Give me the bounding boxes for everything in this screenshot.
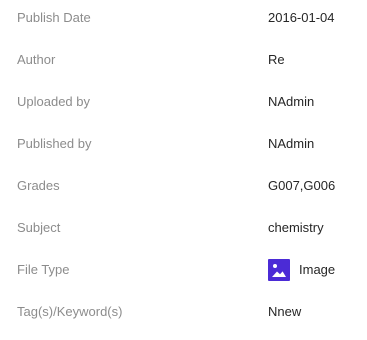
- published-by-label: Published by: [17, 136, 92, 151]
- subject-label: Subject: [17, 220, 61, 235]
- file-type-label: File Type: [17, 262, 70, 277]
- grades-value: G007,G006: [268, 178, 336, 193]
- author-value: Re: [268, 52, 285, 67]
- image-icon: [268, 259, 290, 281]
- uploaded-by-value: NAdmin: [268, 94, 315, 109]
- resource-details-panel: Publish Date 2016-01-04 Author Re Upload…: [0, 0, 367, 340]
- file-type-row: File Type Image: [0, 252, 367, 292]
- author-row: Author Re: [0, 42, 367, 82]
- grades-row: Grades G007,G006: [0, 168, 367, 208]
- file-type-value: Image: [268, 258, 335, 282]
- published-by-value: NAdmin: [268, 136, 315, 151]
- tags-keywords-value: Nnew: [268, 304, 302, 319]
- published-by-row: Published by NAdmin: [0, 126, 367, 166]
- tags-keywords-row: Tag(s)/Keyword(s) Nnew: [0, 294, 367, 334]
- subject-row: Subject chemistry: [0, 210, 367, 250]
- publish-date-value: 2016-01-04: [268, 10, 335, 25]
- uploaded-by-row: Uploaded by NAdmin: [0, 84, 367, 124]
- tags-keywords-label: Tag(s)/Keyword(s): [17, 304, 123, 319]
- author-label: Author: [17, 52, 56, 67]
- file-type-text: Image: [299, 262, 336, 277]
- grades-label: Grades: [17, 178, 60, 193]
- subject-value: chemistry: [268, 220, 324, 235]
- uploaded-by-label: Uploaded by: [17, 94, 90, 109]
- publish-date-row: Publish Date 2016-01-04: [0, 0, 367, 40]
- publish-date-label: Publish Date: [17, 10, 91, 25]
